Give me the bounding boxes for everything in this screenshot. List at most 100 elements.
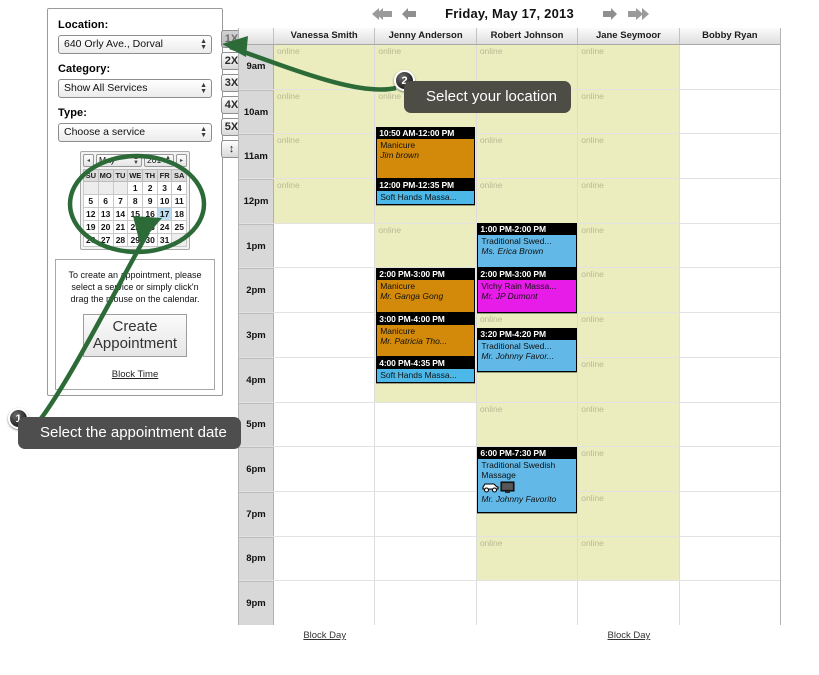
next-month-button[interactable]: ▸	[176, 154, 187, 167]
calendar-slot-bobby-ryan-10am[interactable]	[679, 89, 781, 134]
date-cell-22[interactable]: 22	[127, 220, 144, 234]
calendar-slot-jane-seymoor-3pm[interactable]: online	[578, 313, 680, 357]
calendar-slot-vanessa-smith-11am[interactable]: online	[274, 134, 376, 179]
block-day-link-jane-seymoor[interactable]: Block Day	[578, 626, 679, 648]
date-cell-31[interactable]: 31	[156, 233, 173, 247]
calendar-slot-jane-seymoor-10am[interactable]: online	[578, 89, 680, 134]
date-cell-17[interactable]: 17	[156, 207, 173, 221]
calendar-slot-bobby-ryan-8pm[interactable]	[679, 536, 781, 581]
calendar-slot-robert-johnson-5pm[interactable]: online	[476, 402, 579, 447]
date-cell-26[interactable]: 26	[83, 233, 99, 247]
calendar-slot-robert-johnson-11am[interactable]: online	[476, 134, 579, 179]
date-cell-18[interactable]: 18	[171, 207, 187, 221]
calendar-slot-jenny-anderson-6pm[interactable]	[375, 447, 477, 491]
appointment-block[interactable]: 2:00 PM-3:00 PM Vichy Rain Massa... Mr. JP…	[477, 268, 577, 313]
calendar-slot-jenny-anderson-9pm[interactable]	[375, 581, 477, 625]
date-cell-20[interactable]: 20	[97, 220, 114, 234]
prev-week-icon[interactable]	[370, 7, 394, 21]
calendar-slot-vanessa-smith-1pm[interactable]	[274, 223, 376, 268]
date-cell-2[interactable]: 2	[142, 181, 158, 195]
calendar-slot-vanessa-smith-9pm[interactable]	[274, 581, 376, 625]
category-select[interactable]: Show All Services ▲ ▼	[58, 79, 212, 98]
staff-header-jenny-anderson[interactable]: Jenny Anderson	[375, 28, 477, 44]
calendar-slot-jane-seymoor-8pm[interactable]: online	[578, 536, 680, 581]
calendar-slot-bobby-ryan-7pm[interactable]	[679, 491, 781, 536]
appointment-block[interactable]: 10:50 AM-12:00 PM Manicure Jim brown	[376, 126, 476, 179]
date-cell-21[interactable]: 21	[112, 220, 129, 234]
appointment-block[interactable]: 12:00 PM-12:35 PMSoft Hands Massa...Jeff…	[376, 178, 476, 205]
calendar-slot-jane-seymoor-2pm[interactable]: online	[578, 268, 680, 313]
calendar-slot-vanessa-smith-7pm[interactable]	[274, 491, 376, 536]
calendar-slot-jane-seymoor-5pm[interactable]: online	[578, 402, 680, 447]
next-day-icon[interactable]	[602, 7, 618, 21]
calendar-slot-bobby-ryan-9am[interactable]	[679, 45, 781, 89]
calendar-slot-vanessa-smith-2pm[interactable]	[274, 268, 376, 313]
appointment-block[interactable]: 3:20 PM-4:20 PM Traditional Swed... Mr. Jo…	[477, 327, 577, 373]
date-cell-11[interactable]: 11	[171, 194, 187, 208]
calendar-slot-jenny-anderson-8pm[interactable]	[375, 536, 477, 581]
date-cell-16[interactable]: 16	[142, 207, 158, 221]
calendar-slot-vanessa-smith-12pm[interactable]: online	[274, 179, 376, 223]
calendar-slot-bobby-ryan-5pm[interactable]	[679, 402, 781, 447]
calendar-slot-jane-seymoor-12pm[interactable]: online	[578, 179, 680, 223]
calendar-slot-bobby-ryan-9pm[interactable]	[679, 581, 781, 625]
appointment-block[interactable]: 3:00 PM-4:00 PM Manicure Mr. Patricia Tho.…	[376, 312, 476, 358]
annotation-callout-2[interactable]: Select your location	[404, 81, 571, 113]
date-cell-5[interactable]: 5	[83, 194, 99, 208]
calendar-slot-robert-johnson-8pm[interactable]: online	[476, 536, 579, 581]
create-appointment-button[interactable]: Create Appointment	[83, 314, 187, 357]
date-cell-7[interactable]: 7	[112, 194, 129, 208]
calendar-slot-jenny-anderson-1pm[interactable]: online	[375, 223, 477, 268]
date-cell-3[interactable]: 3	[156, 181, 173, 195]
calendar-slot-vanessa-smith-8pm[interactable]	[274, 536, 376, 581]
date-cell-29[interactable]: 29	[127, 233, 144, 247]
calendar-slot-bobby-ryan-3pm[interactable]	[679, 313, 781, 357]
calendar-slot-jenny-anderson-7pm[interactable]	[375, 491, 477, 536]
calendar-slot-bobby-ryan-2pm[interactable]	[679, 268, 781, 313]
calendar-slot-bobby-ryan-11am[interactable]	[679, 134, 781, 179]
calendar-slot-jane-seymoor-1pm[interactable]: online	[578, 223, 680, 268]
staff-header-jane-seymoor[interactable]: Jane Seymoor	[578, 28, 680, 44]
calendar-slot-vanessa-smith-4pm[interactable]	[274, 357, 376, 402]
prev-month-button[interactable]: ◂	[83, 154, 94, 167]
calendar-slot-jane-seymoor-6pm[interactable]: online	[578, 447, 680, 491]
calendar-slot-jane-seymoor-7pm[interactable]: online	[578, 491, 680, 536]
date-cell-15[interactable]: 15	[127, 207, 144, 221]
date-cell-25[interactable]: 25	[171, 220, 187, 234]
calendar-slot-vanessa-smith-10am[interactable]: online	[274, 89, 376, 134]
appointment-block[interactable]: 4:00 PM-4:35 PMSoft Hands Massa...Mrs. J…	[376, 357, 476, 384]
calendar-slot-jane-seymoor-9pm[interactable]	[578, 581, 680, 625]
calendar-slot-vanessa-smith-9am[interactable]: online	[274, 45, 376, 89]
date-cell-19[interactable]: 19	[83, 220, 99, 234]
calendar-slot-robert-johnson-9pm[interactable]	[476, 581, 579, 625]
staff-header-bobby-ryan[interactable]: Bobby Ryan	[680, 28, 780, 44]
location-select[interactable]: 640 Orly Ave., Dorval ▲ ▼	[58, 35, 212, 54]
calendar-slot-vanessa-smith-6pm[interactable]	[274, 447, 376, 491]
date-cell-10[interactable]: 10	[156, 194, 173, 208]
type-select[interactable]: Choose a service ▲ ▼	[58, 123, 212, 142]
date-cell-14[interactable]: 14	[112, 207, 129, 221]
date-cell-8[interactable]: 8	[127, 194, 144, 208]
date-cell-1[interactable]: 1	[127, 181, 144, 195]
block-day-link-vanessa-smith[interactable]: Block Day	[274, 626, 375, 648]
calendar-slot-bobby-ryan-1pm[interactable]	[679, 223, 781, 268]
appointment-block[interactable]: 6:00 PM-7:30 PM Traditional Swedish Massa…	[477, 446, 577, 514]
date-cell-4[interactable]: 4	[171, 181, 187, 195]
year-select[interactable]: 201 ▲ ▼	[144, 154, 174, 167]
calendar-slot-bobby-ryan-6pm[interactable]	[679, 447, 781, 491]
date-cell-12[interactable]: 12	[83, 207, 99, 221]
date-cell-27[interactable]: 27	[97, 233, 114, 247]
annotation-callout-1[interactable]: Select the appointment date	[18, 417, 241, 449]
appointment-block[interactable]: 1:00 PM-2:00 PM Traditional Swed... Ms. Er…	[477, 223, 577, 269]
calendar-slot-bobby-ryan-4pm[interactable]	[679, 357, 781, 402]
date-cell-9[interactable]: 9	[142, 194, 158, 208]
calendar-slot-robert-johnson-12pm[interactable]: online	[476, 179, 579, 223]
date-cell-13[interactable]: 13	[97, 207, 114, 221]
calendar-slot-jane-seymoor-9am[interactable]: online	[578, 45, 680, 89]
date-cell-23[interactable]: 23	[142, 220, 158, 234]
calendar-slot-jenny-anderson-5pm[interactable]	[375, 402, 477, 447]
appointment-block[interactable]: 2:00 PM-3:00 PM Manicure Mr. Ganga Gong	[376, 268, 476, 313]
block-time-link[interactable]: Block Time	[63, 369, 207, 380]
date-cell-28[interactable]: 28	[112, 233, 129, 247]
staff-header-vanessa-smith[interactable]: Vanessa Smith	[274, 28, 376, 44]
